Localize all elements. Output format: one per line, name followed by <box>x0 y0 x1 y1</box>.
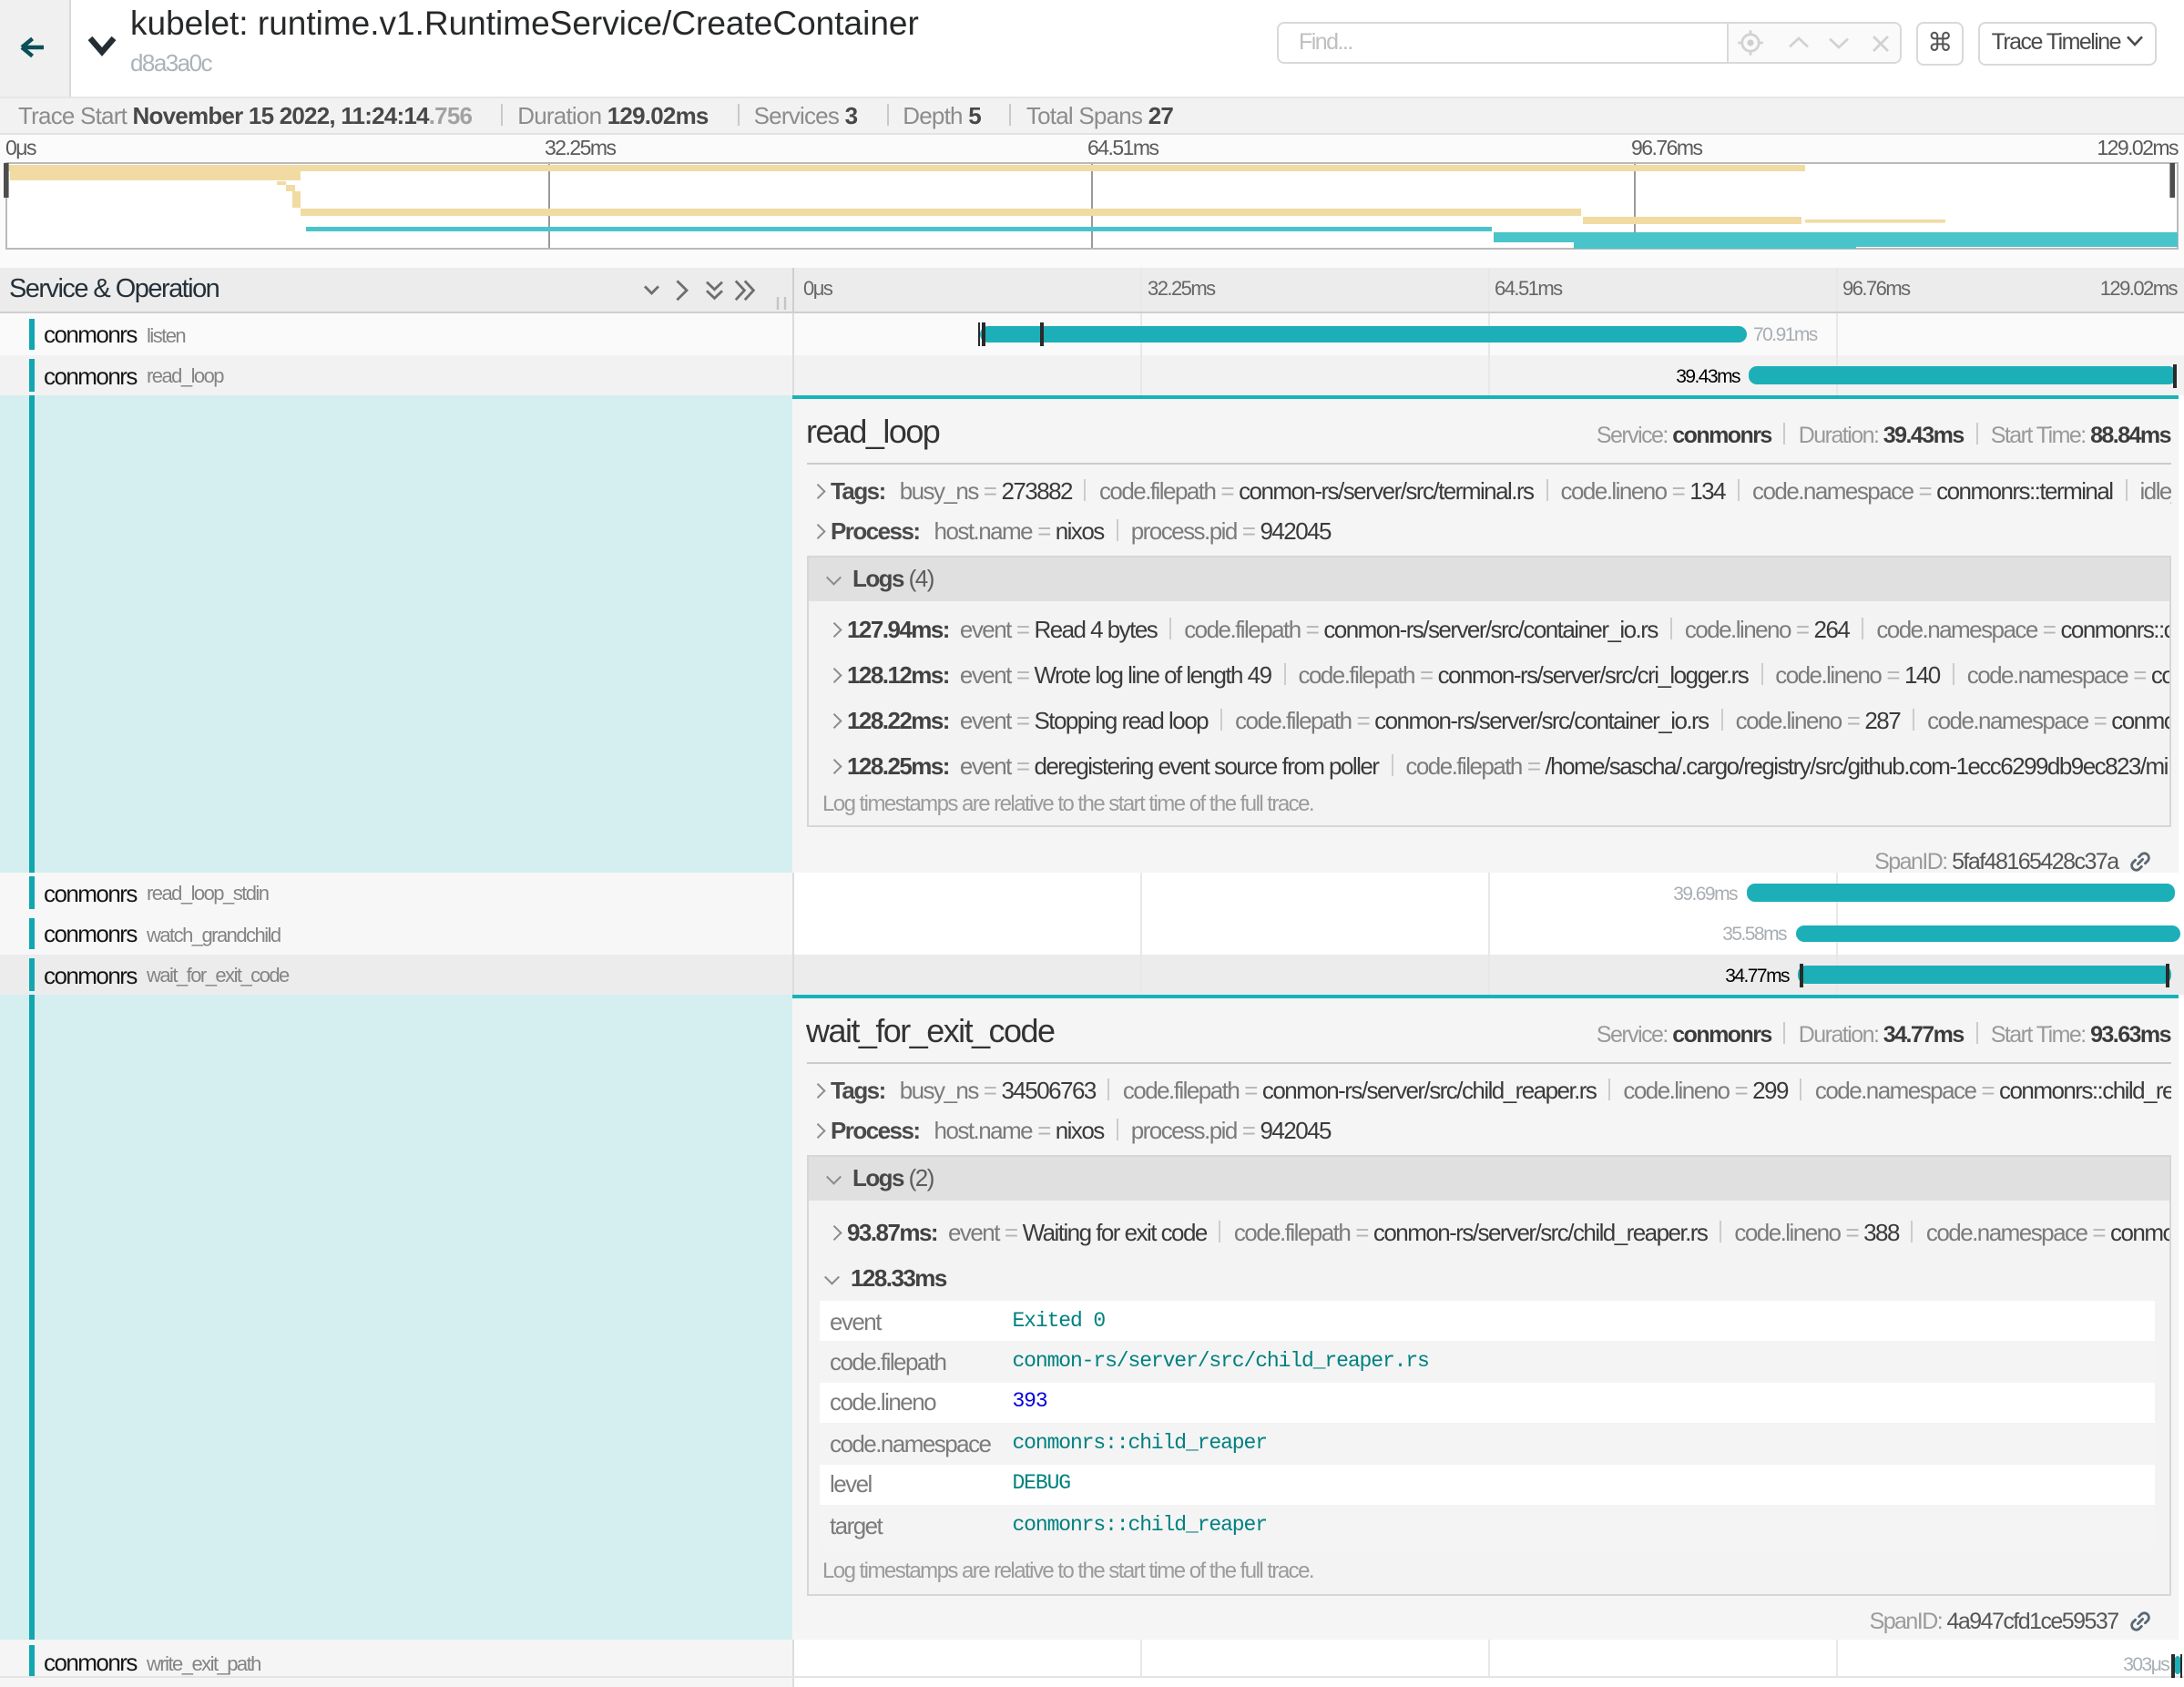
svg-text:64.51ms: 64.51ms <box>1087 135 1158 158</box>
svg-text:0μs: 0μs <box>5 135 36 158</box>
svg-text:129.02ms: 129.02ms <box>2097 135 2179 158</box>
svg-text:96.76ms: 96.76ms <box>1631 135 1702 158</box>
svg-text:32.25ms: 32.25ms <box>545 135 616 158</box>
